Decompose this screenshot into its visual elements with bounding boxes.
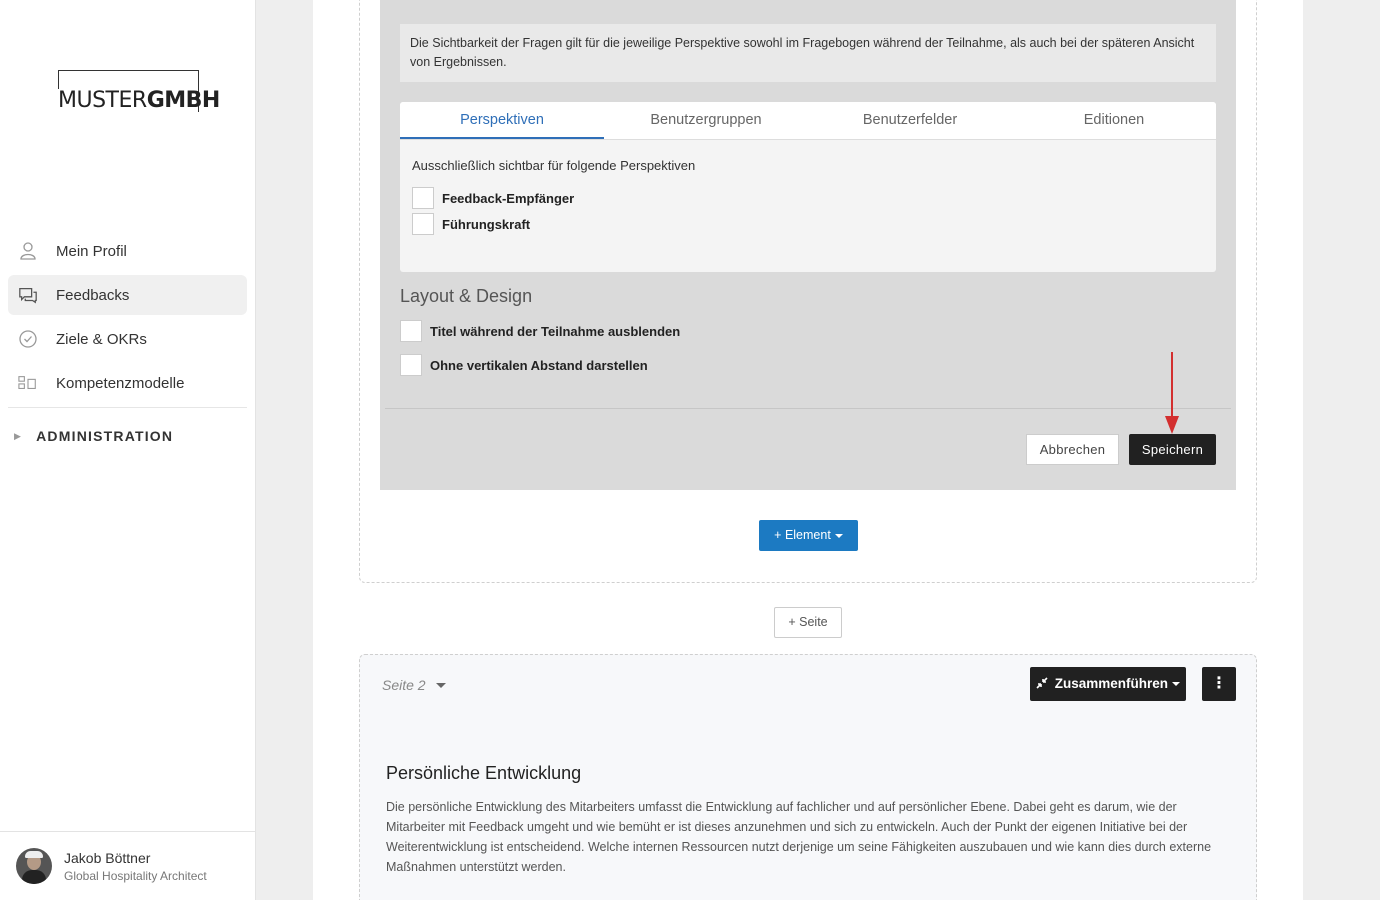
tab-content: Ausschließlich sichtbar für folgende Per…: [400, 140, 1216, 255]
merge-button[interactable]: Zusammenführen: [1030, 667, 1186, 701]
model-icon: [18, 373, 38, 393]
visibility-tabs-card: Perspektiven Benutzergruppen Benutzerfel…: [400, 102, 1216, 272]
caret-down-icon: [435, 682, 446, 688]
nav-item-mein-profil[interactable]: Mein Profil: [8, 231, 247, 271]
nav-item-label: Kompetenzmodelle: [56, 374, 185, 392]
user-name: Jakob Böttner: [64, 850, 151, 866]
chevron-down-icon: [834, 533, 843, 538]
compress-icon: [1036, 676, 1055, 691]
user-role: Global Hospitality Architect: [64, 869, 207, 883]
tab-benutzergruppen[interactable]: Benutzergruppen: [604, 102, 808, 139]
add-page-button[interactable]: + Seite: [774, 607, 842, 638]
nav-divider: [8, 407, 247, 408]
logo-part1: MUSTER: [58, 88, 147, 113]
admin-label: ADMINISTRATION: [36, 428, 174, 444]
avatar: [16, 848, 52, 884]
checkbox-hide-title[interactable]: [400, 320, 422, 342]
check-circle-icon: [18, 329, 38, 349]
user-profile[interactable]: Jakob Böttner Global Hospitality Archite…: [0, 831, 255, 900]
more-options-button[interactable]: ⋮: [1202, 667, 1236, 701]
chevron-down-icon: [1172, 682, 1181, 687]
tab-bar: Perspektiven Benutzergruppen Benutzerfel…: [400, 102, 1216, 140]
perspective-option: Führungskraft: [412, 211, 1204, 237]
sidebar: MUSTERGMBH Mein Profil Feedbacks Ziele &…: [0, 0, 256, 900]
section-title: Persönliche Entwicklung: [386, 763, 582, 783]
panel-divider: [385, 408, 1231, 409]
tab-perspektiven[interactable]: Perspektiven: [400, 102, 604, 139]
checkbox-label: Führungskraft: [442, 216, 531, 232]
layout-design-heading: Layout & Design: [400, 286, 533, 306]
layout-option: Ohne vertikalen Abstand darstellen: [400, 354, 648, 376]
page-2-dropdown[interactable]: Seite 2: [382, 677, 446, 693]
cancel-button[interactable]: Abbrechen: [1026, 434, 1119, 465]
save-button[interactable]: Speichern: [1129, 434, 1216, 465]
merge-label: Zusammenführen: [1054, 676, 1169, 691]
tab-editionen[interactable]: Editionen: [1012, 102, 1216, 139]
element-settings-panel: Die Sichtbarkeit der Fragen gilt für die…: [380, 0, 1236, 490]
checkbox-label: Feedback-Empfänger: [442, 190, 575, 206]
visibility-info-box: Die Sichtbarkeit der Fragen gilt für die…: [400, 24, 1216, 82]
logo-part2: GMBH: [146, 88, 221, 113]
main-content: Die Sichtbarkeit der Fragen gilt für die…: [313, 0, 1303, 900]
perspective-option: Feedback-Empfänger: [412, 185, 1204, 211]
add-element-label: + Element: [774, 528, 831, 542]
caret-right-icon: ▶: [14, 430, 23, 441]
nav-item-label: Ziele & OKRs: [56, 330, 147, 348]
main-nav: Mein Profil Feedbacks Ziele & OKRs Kompe…: [8, 231, 247, 408]
add-element-button[interactable]: + Element: [759, 520, 858, 551]
kebab-menu-icon: ⋮: [1211, 675, 1227, 692]
checkbox-feedback-empfaenger[interactable]: [412, 187, 434, 209]
checkbox-label: Titel während der Teilnahme ausblenden: [430, 323, 681, 339]
checkbox-fuehrungskraft[interactable]: [412, 213, 434, 235]
page-2-container: Seite 2 Zusammenführen ⋮ Persönliche Ent…: [359, 654, 1257, 900]
annotation-arrow-icon: [1165, 352, 1179, 434]
nav-item-label: Mein Profil: [56, 242, 127, 260]
perspectives-label: Ausschließlich sichtbar für folgende Per…: [412, 158, 696, 173]
nav-item-feedbacks[interactable]: Feedbacks: [8, 275, 247, 315]
page-2-label: Seite 2: [382, 677, 426, 693]
user-icon: [18, 241, 38, 261]
checkbox-no-vertical-spacing[interactable]: [400, 354, 422, 376]
tab-benutzerfelder[interactable]: Benutzerfelder: [808, 102, 1012, 139]
admin-section-toggle[interactable]: ▶ ADMINISTRATION: [14, 428, 173, 444]
chat-bubbles-icon: [18, 285, 38, 305]
layout-option: Titel während der Teilnahme ausblenden: [400, 320, 680, 342]
nav-item-label: Feedbacks: [56, 286, 130, 304]
nav-item-ziele[interactable]: Ziele & OKRs: [8, 319, 247, 359]
checkbox-label: Ohne vertikalen Abstand darstellen: [430, 357, 648, 373]
nav-item-kompetenzmodelle[interactable]: Kompetenzmodelle: [8, 363, 247, 403]
section-description: Die persönliche Entwicklung des Mitarbei…: [386, 800, 1212, 874]
company-logo[interactable]: MUSTERGMBH: [58, 70, 220, 113]
